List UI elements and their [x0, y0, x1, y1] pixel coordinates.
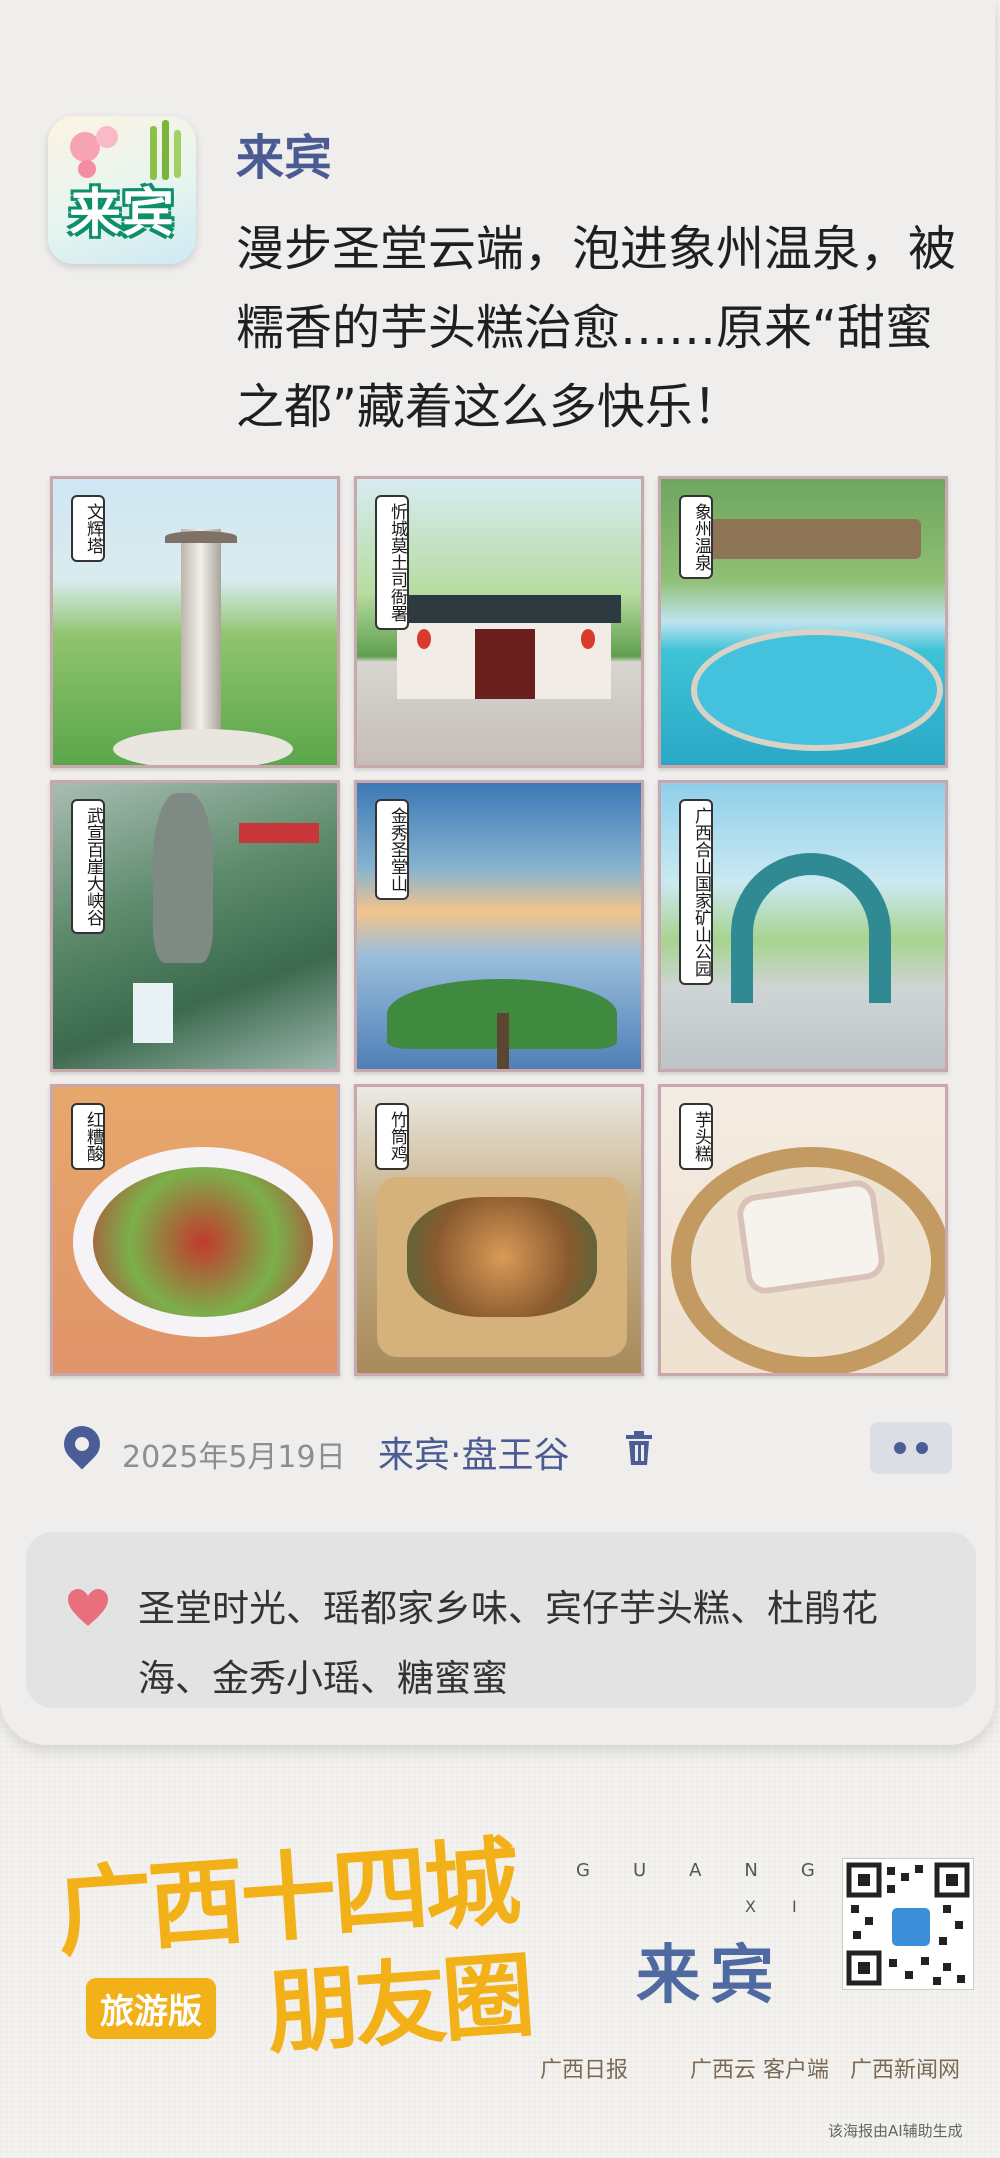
post-location[interactable]: 来宾·盘王谷 [378, 1426, 569, 1478]
more-dots-icon[interactable] [870, 1422, 952, 1474]
likes-panel: 圣堂时光、瑶都家乡味、宾仔芋头糕、杜鹃花海、金秀小瑶、糖蜜蜜 [26, 1532, 976, 1708]
guang-letters: GUANG [576, 1860, 858, 1881]
photo-label: 广西合山国家矿山公园 [679, 799, 713, 985]
photo-tile[interactable]: 象州温泉 [658, 476, 948, 768]
photo-tile[interactable]: 文辉塔 [50, 476, 340, 768]
footer-title-logo: 广西十四城 朋友圈 旅游版 [53, 1810, 576, 2067]
footer-title-line2: 朋友圈 [263, 1940, 534, 2068]
trash-icon[interactable] [624, 1430, 654, 1466]
photo-tile[interactable]: 忻城莫土司衙署 [354, 476, 644, 768]
photo-label: 金秀圣堂山 [375, 799, 409, 900]
photo-label: 象州温泉 [679, 495, 713, 579]
avatar[interactable]: 来宾 [48, 116, 196, 264]
logo-gxnews: 广西新闻网 [850, 2058, 961, 2083]
edition-badge: 旅游版 [86, 1978, 216, 2039]
photo-tile[interactable]: 广西合山国家矿山公园 [658, 780, 948, 1072]
city-name: 来宾 [636, 1938, 784, 2013]
photo-tile[interactable]: 金秀圣堂山 [354, 780, 644, 1072]
publisher-logos: 广西日报 广西云 客户端 广西新闻网 [540, 2052, 980, 2092]
ai-disclaimer: 该海报由AI辅助生成 [828, 2122, 963, 2140]
photo-label: 武宣百崖大峡谷 [71, 799, 105, 934]
xi-letters: XI [745, 1897, 833, 1916]
post-text: 漫步圣堂云端，泡进象州温泉，被糯香的芋头糕治愈……原来“甜蜜之都”藏着这么多快乐… [236, 221, 957, 435]
logo-guangxi-cloud: 广西云 客户端 [690, 2058, 829, 2083]
qr-logo-icon [889, 1905, 933, 1949]
moments-post-card: 来宾 来宾 漫步圣堂云端，泡进象州温泉，被糯香的芋头糕治愈……原来“甜蜜之都”藏… [0, 0, 995, 1745]
heart-icon [68, 1589, 108, 1626]
map-pin-icon [56, 1418, 108, 1470]
likes-list: 圣堂时光、瑶都家乡味、宾仔芋头糕、杜鹃花海、金秀小瑶、糖蜜蜜 [138, 1587, 878, 1700]
photo-label: 竹筒鸡 [375, 1103, 409, 1170]
photo-tile[interactable]: 竹筒鸡 [354, 1084, 644, 1376]
post-meta: 2025年5月19日 来宾·盘王谷 [56, 1418, 962, 1482]
avatar-label: 来宾 [68, 184, 175, 244]
post-date: 2025年5月19日 [122, 1440, 346, 1475]
photo-tile[interactable]: 红糟酸 [50, 1084, 340, 1376]
photo-label: 文辉塔 [71, 495, 105, 562]
photo-label: 忻城莫土司衙署 [375, 495, 409, 630]
qr-code[interactable] [842, 1858, 974, 1990]
photo-label: 红糟酸 [71, 1103, 105, 1170]
logo-guangxi-daily: 广西日报 [540, 2058, 629, 2083]
photo-tile[interactable]: 芋头糕 [658, 1084, 948, 1376]
poster-name[interactable]: 来宾 [236, 118, 332, 188]
photo-tile[interactable]: 武宣百崖大峡谷 [50, 780, 340, 1072]
photo-label: 芋头糕 [679, 1103, 713, 1170]
